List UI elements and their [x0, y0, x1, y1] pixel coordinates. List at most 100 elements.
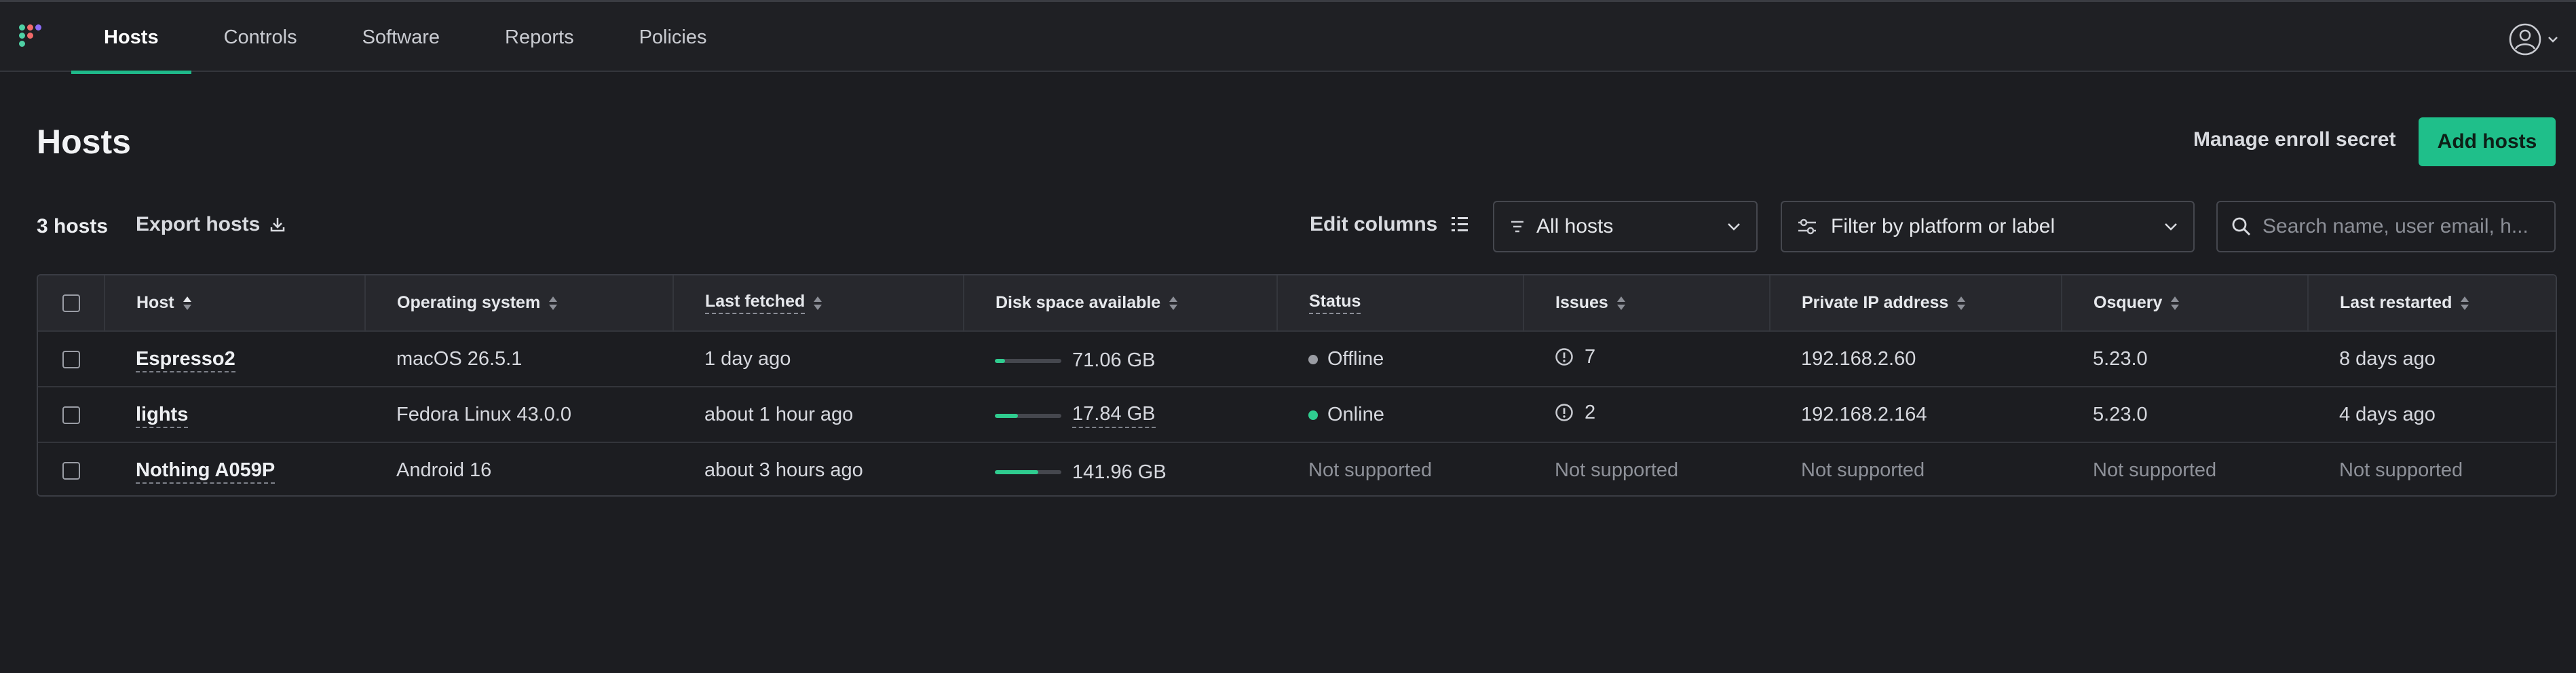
row-checkbox-cell [38, 331, 105, 387]
nav-tab-reports[interactable]: Reports [472, 2, 607, 73]
sort-icon [1616, 296, 1626, 311]
os-cell: Fedora Linux 43.0.0 [396, 403, 571, 425]
column-header-disk-space[interactable]: Disk space available [963, 275, 1277, 331]
hosts-table: Host Operating system Last fetched Disk … [37, 274, 2557, 497]
disk-space-value: 17.84 GB [1072, 403, 1156, 429]
select-all-checkbox[interactable] [62, 294, 80, 313]
host-status-value: All hosts [1536, 215, 1614, 237]
disk-space-bar [995, 413, 1061, 418]
row-checkbox-cell [38, 387, 105, 442]
last-fetched-cell: about 3 hours ago [704, 459, 863, 481]
disk-cell: 17.84 GB [964, 387, 1277, 442]
osquery-cell: 5.23.0 [2093, 347, 2148, 370]
last-restarted-cell: Not supported [2339, 459, 2463, 481]
row-checkbox[interactable] [62, 350, 80, 368]
os-cell: macOS 26.5.1 [396, 347, 523, 370]
host-cell: lights [105, 387, 365, 442]
disk-space-value: 71.06 GB [1072, 349, 1156, 372]
host-name-link[interactable]: Espresso2 [136, 347, 235, 372]
column-label: Private IP address [1802, 293, 1949, 312]
column-label: Last fetched [705, 292, 806, 314]
page-title: Hosts [37, 123, 131, 161]
column-header-issues[interactable]: Issues [1523, 275, 1770, 331]
top-nav: Hosts Controls Software Reports Policies [0, 0, 2576, 74]
edit-columns-button[interactable]: Edit columns [1310, 213, 1469, 236]
issues-cell: 7 [1523, 331, 1770, 387]
manage-enroll-secret-button[interactable]: Manage enroll secret [2193, 128, 2395, 151]
host-name-link[interactable]: Nothing A059P [136, 459, 276, 484]
disk-space-value: 141.96 GB [1072, 461, 1167, 483]
status-dot-icon [1308, 410, 1318, 420]
issues-cell: 2 [1523, 387, 1770, 442]
column-header-operating-system[interactable]: Operating system [364, 275, 673, 331]
nav-tab-policies[interactable]: Policies [607, 2, 740, 73]
nav-tab-software[interactable]: Software [330, 2, 472, 73]
nav-tab-hosts[interactable]: Hosts [71, 2, 191, 74]
edit-columns-label: Edit columns [1310, 213, 1438, 235]
osquery-cell: 5.23.0 [2093, 403, 2148, 425]
chevron-down-icon [2548, 37, 2558, 43]
host-count: 3 hosts [37, 215, 109, 237]
column-header-last-fetched[interactable]: Last fetched [673, 275, 964, 331]
fleet-logo-icon[interactable] [19, 24, 49, 54]
search-icon [2232, 217, 2251, 236]
column-header-status[interactable]: Status [1276, 275, 1523, 331]
issues-count: 7 [1585, 345, 1596, 368]
column-header-host[interactable]: Host [104, 275, 365, 331]
table-row[interactable]: Nothing A059P Android 16 about 3 hours a… [38, 442, 2556, 495]
column-label: Status [1309, 292, 1361, 314]
status-cell: Offline [1277, 331, 1523, 387]
issue-alert-icon [1555, 348, 1573, 366]
column-label: Osquery [2094, 293, 2163, 312]
column-header-private-ip[interactable]: Private IP address [1769, 275, 2062, 331]
column-label: Operating system [397, 293, 541, 312]
column-header-last-restarted[interactable]: Last restarted [2307, 275, 2556, 331]
add-hosts-button[interactable]: Add hosts [2419, 117, 2556, 166]
last-restarted-cell: 4 days ago [2339, 403, 2436, 425]
table-header-row: Host Operating system Last fetched Disk … [38, 275, 2556, 331]
platform-label-filter-select[interactable]: Filter by platform or label [1781, 201, 2195, 252]
table-row[interactable]: Espresso2 macOS 26.5.1 1 day ago 71.06 G… [38, 331, 2556, 387]
status-cell: Not supported [1308, 459, 1433, 481]
column-label: Last restarted [2340, 293, 2452, 312]
column-label: Host [136, 293, 174, 312]
host-cell: Nothing A059P [105, 442, 365, 495]
host-name-link[interactable]: lights [136, 403, 189, 428]
row-checkbox[interactable] [62, 462, 80, 480]
status-label: Offline [1327, 348, 1384, 370]
ip-cell: 192.168.2.60 [1801, 347, 1916, 370]
last-fetched-cell: about 1 hour ago [704, 403, 854, 425]
last-restarted-cell: 8 days ago [2339, 347, 2436, 370]
sort-icon [1169, 296, 1178, 311]
disk-space-bar [995, 358, 1061, 363]
table-row[interactable]: lights Fedora Linux 43.0.0 about 1 hour … [38, 387, 2556, 442]
header-select-all [38, 275, 105, 331]
row-checkbox[interactable] [62, 406, 80, 424]
filter-lines-icon [1511, 220, 1523, 233]
nav-tab-controls[interactable]: Controls [191, 2, 330, 73]
sort-icon [548, 296, 558, 311]
sort-ascending-icon [183, 296, 192, 311]
sort-icon [2170, 296, 2180, 311]
issues-count: 2 [1585, 401, 1596, 423]
host-status-select[interactable]: All hosts [1493, 201, 1758, 252]
user-circle-icon [2509, 23, 2541, 56]
search-input[interactable] [2262, 215, 2534, 238]
download-icon [271, 218, 285, 232]
row-checkbox-cell [38, 442, 105, 495]
os-cell: Android 16 [396, 459, 492, 481]
search-box[interactable] [2216, 201, 2556, 252]
platform-filter-value: Filter by platform or label [1831, 215, 2056, 237]
columns-icon [1452, 217, 1469, 231]
sliders-icon [1798, 218, 1816, 235]
user-menu[interactable] [2508, 22, 2558, 56]
sort-icon [1956, 296, 1966, 311]
nav-tabs: Hosts Controls Software Reports Policies [71, 2, 740, 74]
sort-icon [813, 296, 822, 311]
sort-icon [2460, 296, 2469, 311]
column-label: Issues [1555, 293, 1608, 312]
chevron-down-icon [2165, 223, 2177, 231]
column-header-osquery[interactable]: Osquery [2061, 275, 2308, 331]
chevron-down-icon [1728, 223, 1740, 231]
export-hosts-button[interactable]: Export hosts [136, 213, 287, 236]
